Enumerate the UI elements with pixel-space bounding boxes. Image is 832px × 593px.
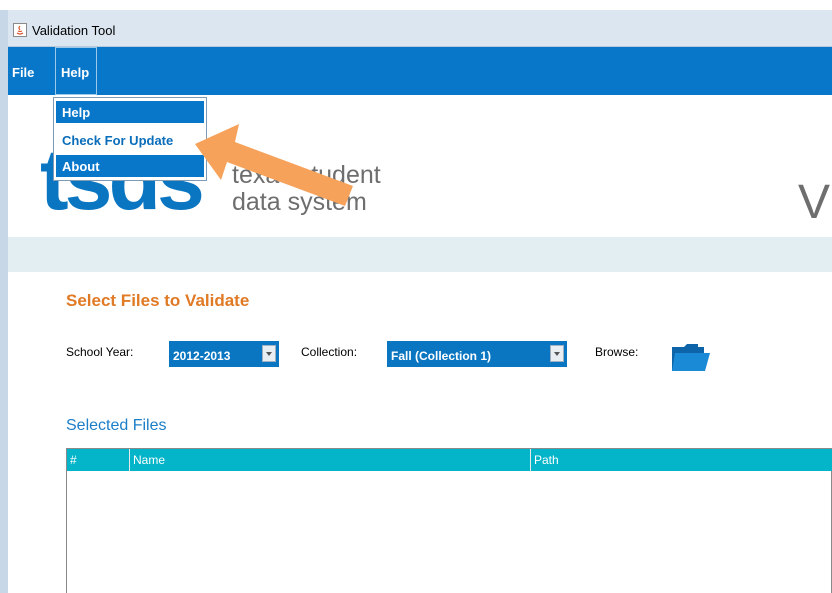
help-dropdown-menu: Help Check For Update About xyxy=(53,97,207,181)
table-header: # Name Path xyxy=(67,449,832,471)
browse-label: Browse: xyxy=(595,345,639,359)
main-content: Select Files to Validate School Year: 20… xyxy=(8,272,832,593)
column-header-name[interactable]: Name xyxy=(133,453,165,467)
column-header-path[interactable]: Path xyxy=(534,453,559,467)
java-app-icon xyxy=(13,23,27,37)
window-title: Validation Tool xyxy=(32,23,116,38)
school-year-label: School Year: xyxy=(66,345,134,359)
menu-help-label: Help xyxy=(61,65,90,80)
selected-files-table[interactable]: # Name Path xyxy=(66,448,832,593)
school-year-value: 2012-2013 xyxy=(173,349,231,363)
collection-value: Fall (Collection 1) xyxy=(391,349,492,363)
window-left-edge xyxy=(0,10,8,593)
column-header-number[interactable]: # xyxy=(70,453,77,467)
chevron-down-icon[interactable] xyxy=(550,345,564,362)
section-title-select-files: Select Files to Validate xyxy=(66,291,250,310)
title-bar[interactable]: Validation Tool xyxy=(8,10,832,47)
collection-label: Collection: xyxy=(301,345,358,359)
column-divider[interactable] xyxy=(129,449,130,471)
app-title-partial: V xyxy=(798,176,831,229)
header-band xyxy=(8,237,832,272)
menu-item-help[interactable]: Help xyxy=(56,101,204,123)
section-title-selected-files: Selected Files xyxy=(66,417,167,434)
menu-help[interactable]: Help xyxy=(55,47,97,95)
menu-item-about[interactable]: About xyxy=(56,155,204,177)
school-year-select[interactable]: 2012-2013 xyxy=(169,341,279,367)
chevron-down-icon[interactable] xyxy=(262,345,276,362)
collection-select[interactable]: Fall (Collection 1) xyxy=(387,341,567,367)
top-margin xyxy=(0,0,832,10)
callout-arrow xyxy=(195,124,353,206)
menu-bar: File Help xyxy=(8,47,832,95)
column-divider[interactable] xyxy=(530,449,531,471)
menu-item-check-for-update[interactable]: Check For Update xyxy=(56,129,204,151)
folder-icon[interactable] xyxy=(671,343,711,373)
menu-file[interactable]: File xyxy=(12,65,34,80)
